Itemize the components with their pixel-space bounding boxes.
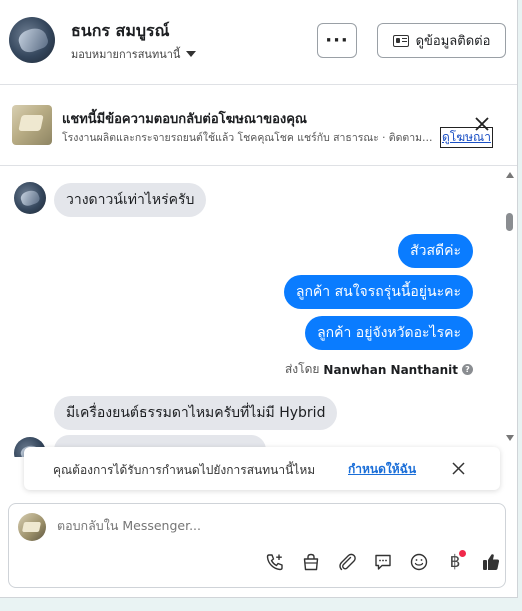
incoming-message[interactable]: วางดาวน์เท่าไหร่ครับ: [54, 183, 207, 217]
like-button[interactable]: [473, 550, 509, 574]
scrollbar-thumb[interactable]: [506, 213, 513, 231]
assign-label: มอบหมายการสนทนานี้: [71, 48, 181, 61]
ad-banner-title: แชทนี้มีข้อความตอบกลับต่อโฆษณาของคุณ: [62, 112, 307, 127]
scroll-up-arrow-icon[interactable]: [506, 172, 514, 178]
close-icon[interactable]: [452, 462, 465, 475]
outgoing-message[interactable]: ลูกค้า สนใจรถรุ่นนี้อยู่นะคะ: [283, 275, 473, 309]
assign-prompt: คุณต้องการได้รับการกำหนดไปยังการสนทนานี้…: [24, 447, 500, 490]
caret-down-icon: [186, 51, 197, 57]
conversation-header: ธนกร สมบูรณ์ มอบหมายการสนทนานี้ ··· ดูข้…: [0, 0, 517, 85]
attach-button[interactable]: [329, 550, 365, 574]
contact-name[interactable]: ธนกร สมบูรณ์: [71, 19, 169, 44]
chat-bubble-icon: [375, 554, 391, 570]
sender-avatar: [14, 182, 46, 214]
outgoing-message[interactable]: สัวสดีค่ะ: [398, 234, 473, 268]
page-avatar: [18, 513, 46, 541]
ad-thumbnail: [12, 105, 52, 145]
shop-button[interactable]: [293, 550, 329, 574]
outgoing-message[interactable]: ลูกค้า อยู่จังหวัดอะไรคะ: [305, 316, 473, 350]
view-contact-button[interactable]: ดูข้อมูลติดต่อ: [377, 23, 506, 58]
payment-button[interactable]: ฿: [437, 550, 473, 574]
saved-replies-button[interactable]: [365, 550, 401, 574]
composer-toolbar: ฿: [257, 550, 509, 574]
assign-conversation-dropdown[interactable]: มอบหมายการสนทนานี้: [71, 45, 197, 63]
call-button[interactable]: [257, 550, 293, 574]
reply-composer: ฿: [8, 503, 506, 588]
reply-input[interactable]: [57, 518, 477, 533]
view-contact-label: ดูข้อมูลติดต่อ: [415, 34, 491, 49]
emoji-button[interactable]: [401, 550, 437, 574]
message-scrollbar[interactable]: [504, 167, 516, 447]
scroll-down-arrow-icon[interactable]: [506, 435, 514, 441]
close-banner-icon[interactable]: [474, 116, 490, 132]
sent-by-label: ส่งโดย Nanwhan Nanthanit ?: [285, 360, 473, 379]
assign-to-me-link[interactable]: กำหนดให้ฉัน: [348, 460, 416, 479]
shopping-bag-icon: [303, 553, 319, 571]
contact-avatar[interactable]: [9, 17, 55, 63]
more-options-button[interactable]: ···: [317, 23, 357, 58]
phone-plus-icon: [266, 554, 283, 571]
info-icon[interactable]: ?: [462, 364, 473, 375]
sender-name: Nanwhan Nanthanit: [323, 362, 458, 377]
ad-reply-banner: แชทนี้มีข้อความตอบกลับต่อโฆษณาของคุณ โรง…: [0, 86, 517, 166]
smiley-icon: [410, 553, 428, 571]
thumbs-up-icon: [483, 554, 500, 570]
message-thread: วางดาวน์เท่าไหร่ครับ สัวสดีค่ะ ลูกค้า สน…: [0, 167, 517, 457]
notification-dot: [459, 550, 466, 557]
sent-by-prefix: ส่งโดย: [284, 362, 320, 376]
paperclip-icon: [339, 553, 356, 571]
contact-card-icon: [392, 34, 409, 47]
ad-banner-subtitle: โรงงานผลิตและกระจายรถยนต์ใช้แล้ว โชคคุณโ…: [62, 132, 434, 144]
assign-prompt-text: คุณต้องการได้รับการกำหนดไปยังการสนทนานี้…: [53, 463, 316, 477]
conversation-panel: ธนกร สมบูรณ์ มอบหมายการสนทนานี้ ··· ดูข้…: [0, 0, 518, 598]
incoming-message[interactable]: มีเครื่องยนต์ธรรมดาไหมครับที่ไม่มี Hybri…: [54, 396, 338, 430]
